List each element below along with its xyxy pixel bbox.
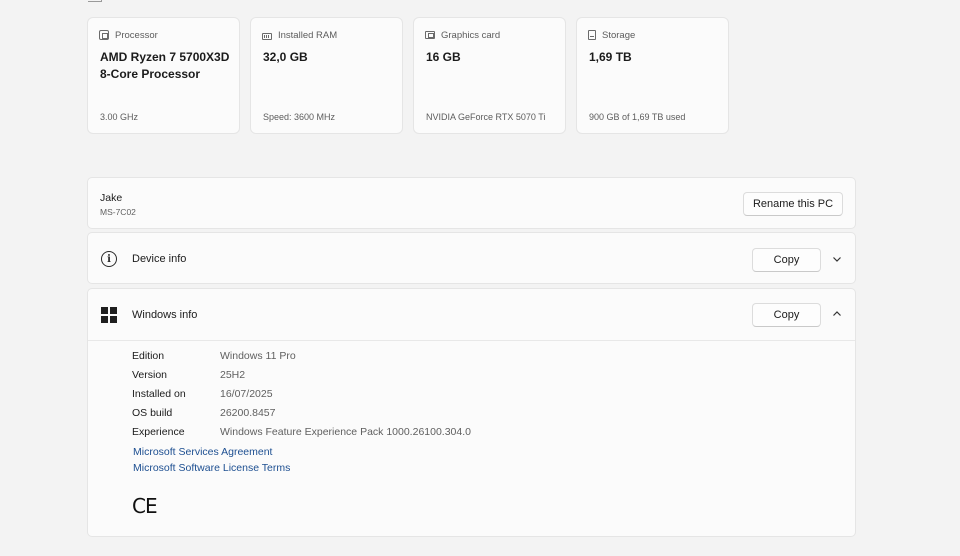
storage-label: Storage [602,29,636,41]
pc-model: MS-7C02 [100,207,136,217]
experience-value: Windows Feature Experience Pack 1000.261… [220,426,471,438]
os-build-value: 26200.8457 [220,407,276,419]
info-icon: i [101,251,117,267]
ram-card: Installed RAM 32,0 GB Speed: 3600 MHz [250,17,403,134]
ce-mark-icon: CE [132,494,158,518]
windows-info-copy-button[interactable]: Copy [752,303,821,327]
chevron-down-icon[interactable] [830,252,844,266]
processor-label: Processor [115,29,158,41]
graphics-card-detail: NVIDIA GeForce RTX 5070 Ti [426,112,546,122]
ram-icon [262,32,272,40]
edition-value: Windows 11 Pro [220,350,296,362]
section-header-fragment [88,0,102,2]
services-agreement-link[interactable]: Microsoft Services Agreement [133,446,272,458]
device-info-title: Device info [132,253,187,265]
os-build-key: OS build [132,407,173,419]
processor-detail: 3.00 GHz [100,112,139,122]
panel-divider [88,340,855,341]
device-info-copy-button[interactable]: Copy [752,248,821,272]
windows-info-panel: Windows info Copy Edition Windows 11 Pro… [87,288,856,537]
windows-logo-icon [101,307,117,323]
license-terms-link[interactable]: Microsoft Software License Terms [133,462,290,474]
edition-key: Edition [132,350,165,362]
storage-value: 1,69 TB [589,50,632,64]
graphics-card-card: Graphics card 16 GB NVIDIA GeForce RTX 5… [413,17,566,134]
processor-value: AMD Ryzen 7 5700X3D 8-Core Processor [100,50,230,81]
pc-name-panel: Jake MS-7C02 Rename this PC [87,177,856,229]
processor-card: Processor AMD Ryzen 7 5700X3D 8-Core Pro… [87,17,240,134]
ram-label: Installed RAM [278,29,338,41]
chevron-up-icon[interactable] [830,307,844,321]
ram-detail: Speed: 3600 MHz [263,112,336,122]
graphics-card-icon [425,31,435,39]
ram-value: 32,0 GB [263,50,308,64]
device-info-panel[interactable]: i Device info Copy [87,232,856,284]
rename-pc-button[interactable]: Rename this PC [743,192,843,216]
pc-name: Jake [100,192,123,204]
version-value: 25H2 [220,369,246,381]
processor-icon [99,30,109,40]
storage-card: Storage 1,69 TB 900 GB of 1,69 TB used [576,17,729,134]
storage-icon [588,30,596,40]
installed-on-value: 16/07/2025 [220,388,273,400]
graphics-card-value: 16 GB [426,50,461,64]
graphics-card-label: Graphics card [441,29,501,41]
version-key: Version [132,369,168,381]
windows-info-title[interactable]: Windows info [132,309,197,321]
installed-on-key: Installed on [132,388,186,400]
storage-detail: 900 GB of 1,69 TB used [589,112,686,122]
experience-key: Experience [132,426,185,438]
